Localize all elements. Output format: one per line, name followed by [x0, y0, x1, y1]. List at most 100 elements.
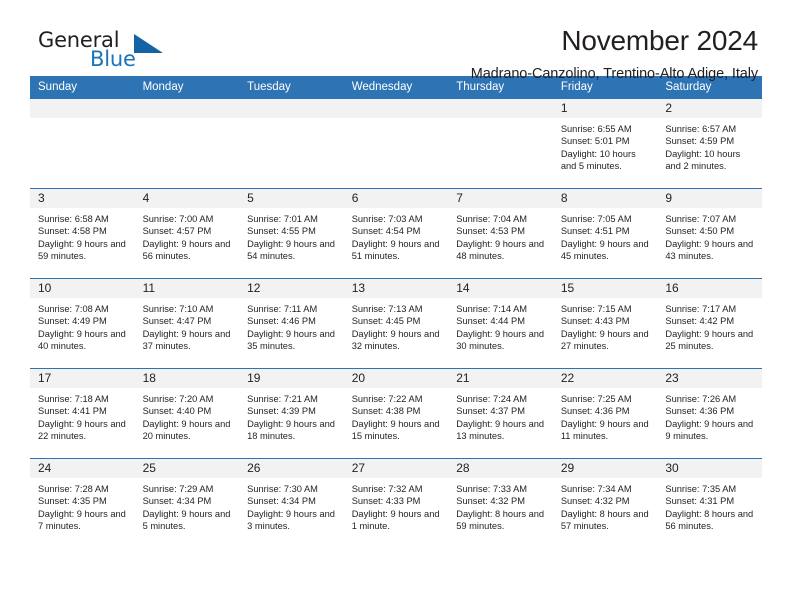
calendar-day-cell[interactable]: 27 Sunrise: 7:32 AM Sunset: 4:33 PM Dayligh…	[343, 458, 449, 549]
calendar-cell-empty	[343, 98, 449, 189]
day-cell-inner: 7 Sunrise: 7:04 AM Sunset: 4:53 PM Daylight…	[448, 189, 553, 278]
brand-name-blue: Blue	[90, 47, 136, 71]
day-number: 4	[134, 189, 240, 208]
calendar-day-cell[interactable]: 14 Sunrise: 7:14 AM Sunset: 4:44 PM Dayligh…	[448, 278, 553, 369]
sunset-text: Sunset: 4:47 PM	[142, 316, 212, 327]
day-number: 2	[657, 99, 762, 118]
daylight-text: Daylight: 9 hours and 56 minutes.	[142, 238, 231, 262]
calendar-day-cell[interactable]: 25 Sunrise: 7:29 AM Sunset: 4:34 PM Dayligh…	[134, 458, 240, 549]
calendar-day-cell[interactable]: 7 Sunrise: 7:04 AM Sunset: 4:53 PM Daylight…	[448, 188, 553, 279]
sunrise-text: Sunrise: 7:04 AM	[456, 214, 528, 224]
daylight-text: Daylight: 9 hours and 37 minutes.	[142, 328, 231, 352]
calendar-day-cell[interactable]: 21 Sunrise: 7:24 AM Sunset: 4:37 PM Dayligh…	[448, 368, 553, 459]
day-cell-inner: 2 Sunrise: 6:57 AM Sunset: 4:59 PM Daylight…	[657, 99, 762, 188]
day-number: 5	[239, 189, 344, 208]
sunrise-text: Sunrise: 7:29 AM	[142, 484, 214, 494]
day-cell-inner: 21 Sunrise: 7:24 AM Sunset: 4:37 PM Dayligh…	[448, 369, 553, 458]
sunset-text: Sunset: 4:44 PM	[456, 316, 525, 327]
day-number	[30, 99, 135, 118]
day-cell-inner: 18 Sunrise: 7:20 AM Sunset: 4:40 PM Dayligh…	[134, 369, 240, 458]
sunset-text: Sunset: 4:58 PM	[38, 226, 107, 237]
sunset-text: Sunset: 4:36 PM	[560, 406, 630, 417]
sunrise-text: Sunrise: 6:57 AM	[665, 124, 737, 134]
sunset-text: Sunset: 4:45 PM	[351, 316, 421, 327]
day-number	[343, 99, 449, 118]
calendar-week-row: 1 Sunrise: 6:55 AM Sunset: 5:01 PM Daylight…	[30, 98, 762, 189]
calendar-day-cell[interactable]: 30 Sunrise: 7:35 AM Sunset: 4:31 PM Dayligh…	[657, 458, 762, 549]
day-number	[134, 99, 240, 118]
sunset-text: Sunset: 4:40 PM	[142, 406, 212, 417]
sunset-text: Sunset: 4:35 PM	[38, 496, 107, 507]
calendar-day-cell[interactable]: 10 Sunrise: 7:08 AM Sunset: 4:49 PM Dayligh…	[30, 278, 135, 369]
sunrise-text: Sunrise: 7:08 AM	[38, 304, 109, 314]
day-info: Sunrise: 7:03 AM Sunset: 4:54 PM Daylight:…	[344, 208, 449, 263]
sunrise-text: Sunrise: 7:24 AM	[456, 394, 528, 404]
day-info: Sunrise: 7:35 AM Sunset: 4:31 PM Daylight:…	[657, 478, 762, 533]
sunrise-text: Sunrise: 7:01 AM	[247, 214, 318, 224]
daylight-text: Daylight: 8 hours and 59 minutes.	[456, 508, 545, 532]
day-number: 8	[552, 189, 658, 208]
day-info: Sunrise: 7:29 AM Sunset: 4:34 PM Daylight:…	[135, 478, 240, 533]
calendar-day-cell[interactable]: 15 Sunrise: 7:15 AM Sunset: 4:43 PM Dayligh…	[552, 278, 658, 369]
sunset-text: Sunset: 4:46 PM	[247, 316, 316, 327]
calendar-day-cell[interactable]: 2 Sunrise: 6:57 AM Sunset: 4:59 PM Daylight…	[657, 98, 762, 189]
calendar-cell-empty	[134, 98, 240, 189]
sunrise-text: Sunrise: 7:21 AM	[247, 394, 318, 404]
calendar-day-cell[interactable]: 12 Sunrise: 7:11 AM Sunset: 4:46 PM Dayligh…	[239, 278, 344, 369]
sunset-text: Sunset: 4:33 PM	[351, 496, 421, 507]
calendar-day-cell[interactable]: 16 Sunrise: 7:17 AM Sunset: 4:42 PM Dayligh…	[657, 278, 762, 369]
calendar-day-cell[interactable]: 5 Sunrise: 7:01 AM Sunset: 4:55 PM Daylight…	[239, 188, 344, 279]
daylight-text: Daylight: 9 hours and 13 minutes.	[456, 418, 545, 442]
calendar-day-cell[interactable]: 13 Sunrise: 7:13 AM Sunset: 4:45 PM Dayligh…	[343, 278, 449, 369]
calendar-day-cell[interactable]: 20 Sunrise: 7:22 AM Sunset: 4:38 PM Dayligh…	[343, 368, 449, 459]
day-cell-inner: 4 Sunrise: 7:00 AM Sunset: 4:57 PM Daylight…	[134, 189, 240, 278]
daylight-text: Daylight: 9 hours and 15 minutes.	[351, 418, 440, 442]
calendar-day-cell[interactable]: 19 Sunrise: 7:21 AM Sunset: 4:39 PM Dayligh…	[239, 368, 344, 459]
sunset-text: Sunset: 4:34 PM	[142, 496, 212, 507]
day-info: Sunrise: 7:01 AM Sunset: 4:55 PM Daylight:…	[239, 208, 344, 263]
sunset-text: Sunset: 4:54 PM	[351, 226, 421, 237]
sunrise-text: Sunrise: 7:17 AM	[665, 304, 737, 314]
sunrise-text: Sunrise: 7:20 AM	[142, 394, 214, 404]
page-title: November 2024	[561, 25, 758, 56]
sunrise-text: Sunrise: 7:22 AM	[351, 394, 423, 404]
sunrise-text: Sunrise: 6:55 AM	[560, 124, 632, 134]
calendar-day-cell[interactable]: 24 Sunrise: 7:28 AM Sunset: 4:35 PM Dayligh…	[30, 458, 135, 549]
calendar-day-cell[interactable]: 22 Sunrise: 7:25 AM Sunset: 4:36 PM Dayligh…	[552, 368, 658, 459]
day-number: 26	[239, 459, 344, 478]
general-blue-logo[interactable]: General Blue	[30, 26, 180, 74]
day-info: Sunrise: 7:05 AM Sunset: 4:51 PM Daylight:…	[553, 208, 658, 263]
calendar-day-cell[interactable]: 6 Sunrise: 7:03 AM Sunset: 4:54 PM Daylight…	[343, 188, 449, 279]
day-cell-inner: 10 Sunrise: 7:08 AM Sunset: 4:49 PM Dayligh…	[30, 279, 135, 368]
calendar-day-cell[interactable]: 28 Sunrise: 7:33 AM Sunset: 4:32 PM Dayligh…	[448, 458, 553, 549]
calendar-day-cell[interactable]: 4 Sunrise: 7:00 AM Sunset: 4:57 PM Daylight…	[134, 188, 240, 279]
day-number: 16	[657, 279, 762, 298]
day-number: 11	[134, 279, 240, 298]
daylight-text: Daylight: 9 hours and 11 minutes.	[560, 418, 649, 442]
daylight-text: Daylight: 9 hours and 48 minutes.	[456, 238, 545, 262]
day-number: 30	[657, 459, 762, 478]
calendar-day-cell[interactable]: 11 Sunrise: 7:10 AM Sunset: 4:47 PM Dayligh…	[134, 278, 240, 369]
calendar-day-cell[interactable]: 8 Sunrise: 7:05 AM Sunset: 4:51 PM Daylight…	[552, 188, 658, 279]
calendar-day-cell[interactable]: 23 Sunrise: 7:26 AM Sunset: 4:36 PM Dayligh…	[657, 368, 762, 459]
day-cell-inner	[448, 99, 553, 188]
day-info: Sunrise: 7:34 AM Sunset: 4:32 PM Daylight:…	[553, 478, 658, 533]
daylight-text: Daylight: 9 hours and 45 minutes.	[560, 238, 649, 262]
day-info: Sunrise: 7:14 AM Sunset: 4:44 PM Daylight:…	[448, 298, 553, 353]
day-cell-inner: 11 Sunrise: 7:10 AM Sunset: 4:47 PM Dayligh…	[134, 279, 240, 368]
calendar-day-cell[interactable]: 17 Sunrise: 7:18 AM Sunset: 4:41 PM Dayligh…	[30, 368, 135, 459]
calendar-day-cell[interactable]: 26 Sunrise: 7:30 AM Sunset: 4:34 PM Dayligh…	[239, 458, 344, 549]
day-number: 19	[239, 369, 344, 388]
sunset-text: Sunset: 4:41 PM	[38, 406, 107, 417]
day-cell-inner: 15 Sunrise: 7:15 AM Sunset: 4:43 PM Dayligh…	[552, 279, 658, 368]
calendar-day-cell[interactable]: 9 Sunrise: 7:07 AM Sunset: 4:50 PM Daylight…	[657, 188, 762, 279]
calendar-day-cell[interactable]: 29 Sunrise: 7:34 AM Sunset: 4:32 PM Dayligh…	[552, 458, 658, 549]
sunset-text: Sunset: 4:50 PM	[665, 226, 735, 237]
day-cell-inner: 26 Sunrise: 7:30 AM Sunset: 4:34 PM Dayligh…	[239, 459, 344, 549]
calendar-day-cell[interactable]: 3 Sunrise: 6:58 AM Sunset: 4:58 PM Daylight…	[30, 188, 135, 279]
calendar-body: 1 Sunrise: 6:55 AM Sunset: 5:01 PM Daylight…	[30, 98, 762, 549]
daylight-text: Daylight: 9 hours and 35 minutes.	[247, 328, 335, 352]
calendar-day-cell[interactable]: 18 Sunrise: 7:20 AM Sunset: 4:40 PM Dayligh…	[134, 368, 240, 459]
sunset-text: Sunset: 4:55 PM	[247, 226, 316, 237]
calendar-day-cell[interactable]: 1 Sunrise: 6:55 AM Sunset: 5:01 PM Daylight…	[552, 98, 658, 189]
